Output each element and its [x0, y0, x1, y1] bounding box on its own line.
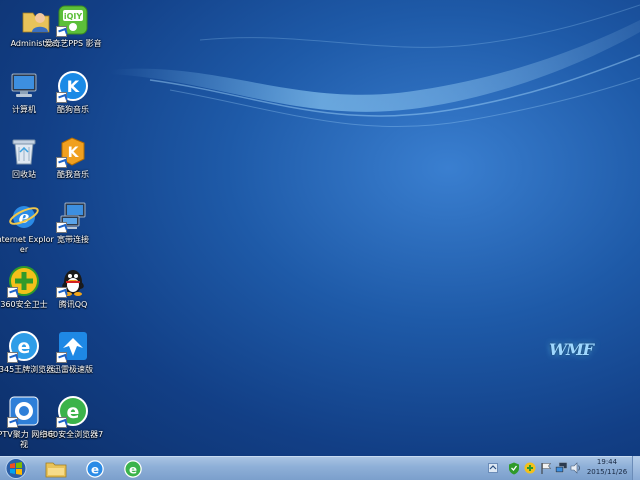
- taskbar-explorer-button[interactable]: [41, 458, 71, 479]
- tray-action-center[interactable]: [540, 460, 552, 476]
- 360-browser-icon: e: [124, 459, 142, 478]
- svg-text:e: e: [91, 462, 99, 476]
- 2345-browser-icon: e: [7, 330, 40, 363]
- recycle-bin-icon: [8, 135, 40, 167]
- desktop-icon-broadband[interactable]: 宽带连接: [41, 198, 105, 260]
- 360-safe-icon: [7, 265, 40, 298]
- shortcut-arrow-icon: [56, 92, 67, 103]
- tray-expand-icon[interactable]: [488, 463, 498, 473]
- desktop-icon-qq[interactable]: 腾讯QQ: [41, 263, 105, 325]
- desktop-icon-xunlei[interactable]: 迅雷极速版: [41, 328, 105, 390]
- shortcut-arrow-icon: [7, 417, 18, 428]
- tray-status-item[interactable]: [524, 460, 536, 476]
- windows-logo-icon: [5, 458, 27, 479]
- pptv-icon: [7, 395, 40, 428]
- network-icon: [555, 462, 568, 473]
- svg-text:e: e: [67, 401, 80, 423]
- tray-network[interactable]: [555, 460, 568, 476]
- shortcut-arrow-icon: [7, 352, 18, 363]
- system-tray: [488, 460, 498, 476]
- clock-time: 19:44: [596, 458, 618, 466]
- shortcut-arrow-icon: [56, 26, 67, 37]
- iqiyi-icon: iQIY: [56, 4, 89, 37]
- computer-icon: [8, 70, 40, 102]
- shortcut-arrow-icon: [56, 417, 67, 428]
- taskbar-clock[interactable]: 19:44 2015/11/26: [584, 457, 630, 479]
- taskbar-ie-button[interactable]: e: [80, 458, 110, 479]
- desktop-icon-kugou[interactable]: K 酷狗音乐: [41, 68, 105, 130]
- shortcut-arrow-icon: [56, 287, 67, 298]
- svg-text:K: K: [68, 145, 80, 161]
- flag-icon: [541, 463, 552, 474]
- shortcut-arrow-icon: [56, 352, 67, 363]
- xunlei-icon: [56, 330, 89, 363]
- kuwo-icon: K: [56, 135, 89, 168]
- desktop-icon-kuwo[interactable]: K 酷我音乐: [41, 133, 105, 195]
- qq-icon: [56, 265, 89, 298]
- internet-explorer-icon: e: [86, 459, 104, 478]
- shortcut-arrow-icon: [56, 157, 67, 168]
- svg-text:e: e: [18, 336, 31, 358]
- shortcut-arrow-icon: [7, 287, 18, 298]
- kugou-icon: K: [56, 70, 89, 103]
- tray-volume[interactable]: [570, 460, 582, 476]
- tray-360-shield[interactable]: [508, 460, 520, 476]
- wallpaper-logo: WMF: [549, 340, 594, 359]
- start-button[interactable]: [4, 458, 28, 479]
- svg-text:K: K: [67, 77, 80, 96]
- 360-browser-icon: e: [56, 395, 89, 428]
- internet-explorer-icon: e: [8, 200, 40, 232]
- clock-date: 2015/11/26: [586, 468, 628, 476]
- desktop-icon-360-browser[interactable]: e 360安全浏览器7: [41, 393, 105, 455]
- desktop-icon-iqiyi[interactable]: iQIY 爱奇艺PPS 影音: [41, 2, 105, 64]
- status-icon: [524, 462, 536, 474]
- svg-text:iQIY: iQIY: [64, 12, 83, 21]
- show-desktop-button[interactable]: [632, 456, 640, 480]
- folder-icon: [45, 462, 67, 477]
- shield-icon: [509, 462, 519, 474]
- taskbar-360-browser-button[interactable]: e: [118, 458, 148, 479]
- svg-text:e: e: [129, 462, 137, 476]
- speaker-icon: [570, 462, 580, 474]
- shortcut-arrow-icon: [56, 222, 67, 233]
- broadband-icon: [56, 200, 89, 233]
